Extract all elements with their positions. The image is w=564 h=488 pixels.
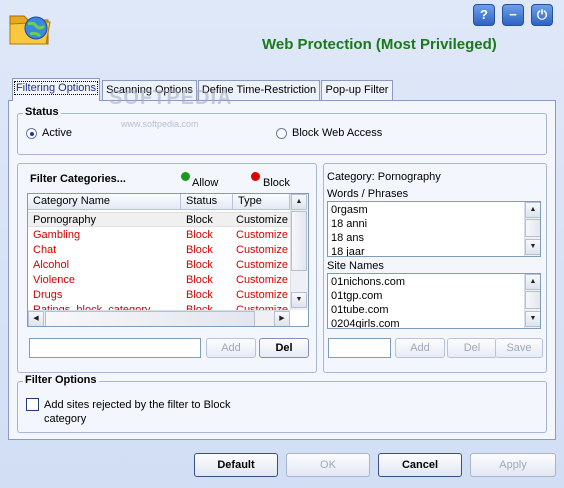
cancel-button[interactable]: Cancel (378, 453, 462, 477)
scroll-up-arrow-icon[interactable]: ▲ (291, 194, 307, 210)
categories-table: Category Name Status Type Pornography Bl… (27, 193, 309, 327)
block-web-access-label: Block Web Access (292, 127, 383, 139)
power-button[interactable]: ⏻ (531, 4, 553, 26)
site-names-label: Site Names (327, 260, 384, 272)
col-header-category-name[interactable]: Category Name (28, 194, 181, 210)
col-header-type[interactable]: Type (233, 194, 290, 210)
table-row[interactable]: Alcohol Block Customize (28, 258, 305, 273)
add-rejected-sites-label: Add sites rejected by the filter to Bloc… (44, 399, 231, 425)
table-row[interactable]: Chat Block Customize (28, 243, 305, 258)
col-header-status[interactable]: Status (181, 194, 233, 210)
scroll-down-arrow-icon[interactable]: ▼ (525, 311, 540, 327)
list-item[interactable]: 0204girls.com (331, 318, 399, 328)
sites-scrollbar[interactable]: ▲ ▼ (524, 274, 540, 328)
minimize-button[interactable]: − (502, 4, 524, 26)
tab-filtering-options[interactable]: Filtering Options (12, 78, 100, 101)
block-dot-icon (251, 172, 260, 181)
active-radio-label: Active (42, 127, 72, 139)
filter-categories-label: Filter Categories... (28, 173, 128, 185)
words-phrases-list[interactable]: 0rgasm 18 anni 18 ans 18 jaar ▲ ▼ (327, 201, 541, 257)
table-row[interactable]: Drugs Block Customize (28, 288, 305, 303)
scroll-left-arrow-icon[interactable]: ◀ (28, 311, 44, 326)
watermark: SOFTPEDIA (109, 87, 233, 109)
table-row[interactable]: Pornography Block Customize (28, 212, 305, 227)
list-item[interactable]: 01nichons.com (331, 276, 405, 289)
list-item[interactable]: 18 anni (331, 218, 367, 231)
table-row[interactable]: Gambling Block Customize (28, 228, 305, 243)
allow-legend: Allow (192, 177, 219, 189)
list-item[interactable]: 01tube.com (331, 304, 388, 317)
allow-dot-icon (181, 172, 190, 181)
scroll-up-arrow-icon[interactable]: ▲ (525, 274, 540, 290)
table-vertical-scrollbar[interactable]: ▲ ▼ (290, 194, 308, 310)
scroll-thumb[interactable] (291, 211, 307, 271)
tab-popup-filter[interactable]: Pop-up Filter (321, 80, 393, 100)
words-phrases-label: Words / Phrases (327, 188, 409, 200)
apply-button[interactable]: Apply (470, 453, 556, 477)
tab-panel: SOFTPEDIA www.softpedia.com Status Activ… (8, 87, 556, 440)
scroll-down-arrow-icon[interactable]: ▼ (525, 239, 540, 255)
del-category-button[interactable]: Del (259, 338, 309, 358)
page-title: Web Protection (Most Privileged) (262, 36, 497, 53)
category-detail-label: Category: Pornography (327, 171, 441, 183)
folder-globe-icon (6, 4, 54, 52)
scroll-up-arrow-icon[interactable]: ▲ (525, 202, 540, 218)
words-scrollbar[interactable]: ▲ ▼ (524, 202, 540, 256)
add-word-button[interactable]: Add (395, 338, 445, 358)
block-web-access-radio[interactable] (276, 128, 287, 139)
block-legend: Block (263, 177, 290, 189)
scroll-thumb[interactable] (525, 291, 540, 309)
scroll-down-arrow-icon[interactable]: ▼ (291, 292, 307, 308)
ok-button[interactable]: OK (286, 453, 370, 477)
scroll-thumb[interactable] (525, 219, 540, 237)
scroll-right-arrow-icon[interactable]: ▶ (274, 311, 290, 326)
del-word-button[interactable]: Del (447, 338, 497, 358)
default-button[interactable]: Default (194, 453, 278, 477)
list-item[interactable]: 18 jaar (331, 246, 365, 256)
word-site-input[interactable] (328, 338, 391, 358)
help-button[interactable]: ? (473, 4, 495, 26)
add-rejected-sites-checkbox[interactable] (26, 398, 39, 411)
site-names-list[interactable]: 01nichons.com 01tgp.com 01tube.com 0204g… (327, 273, 541, 329)
list-item[interactable]: 18 ans (331, 232, 364, 245)
add-category-button[interactable]: Add (206, 338, 256, 358)
table-row[interactable]: Violence Block Customize (28, 273, 305, 288)
list-item[interactable]: 01tgp.com (331, 290, 382, 303)
status-label: Status (23, 106, 61, 118)
active-radio[interactable] (26, 128, 37, 139)
hscroll-thumb[interactable] (45, 311, 255, 326)
category-name-input[interactable] (29, 338, 201, 358)
save-button[interactable]: Save (495, 338, 543, 358)
table-horizontal-scrollbar[interactable]: ◀ ▶ (28, 310, 290, 326)
list-item[interactable]: 0rgasm (331, 204, 368, 217)
filter-options-label: Filter Options (23, 374, 99, 386)
